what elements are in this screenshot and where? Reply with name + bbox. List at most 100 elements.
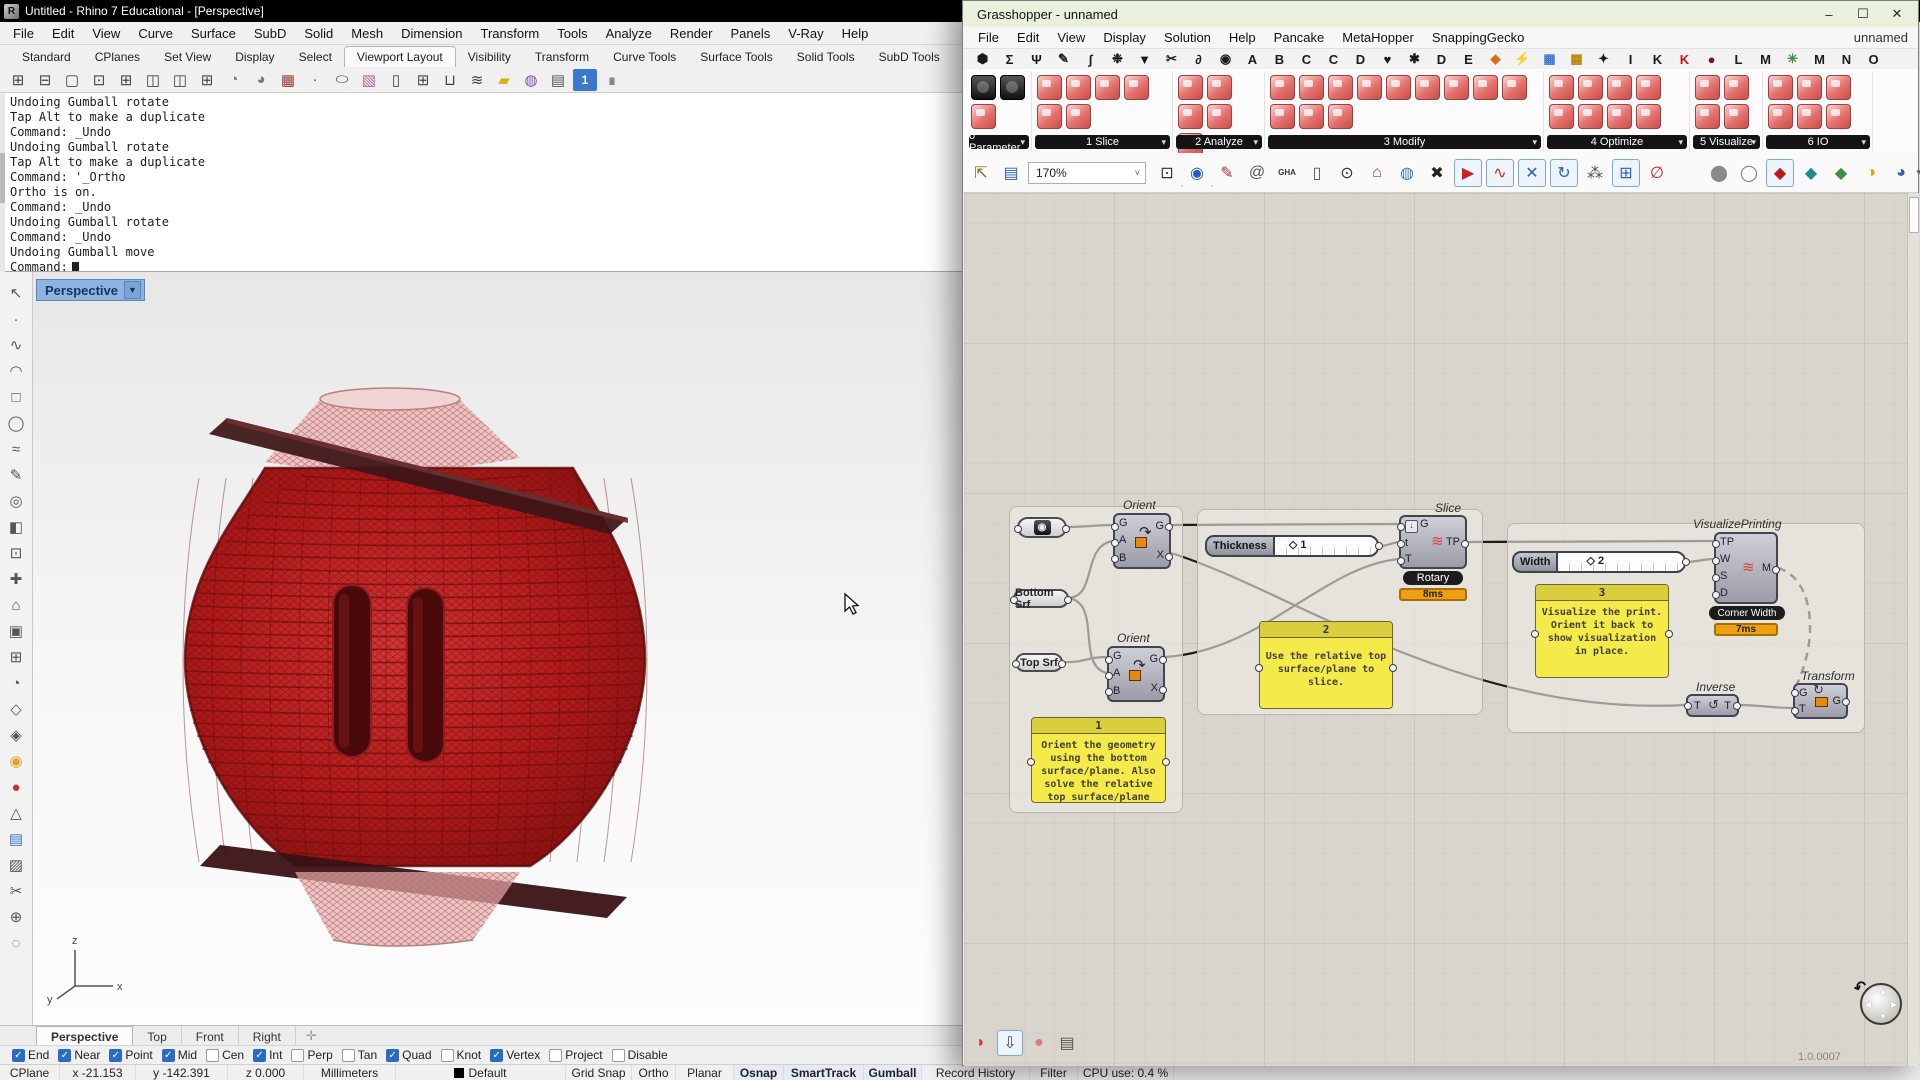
osnap-checkbox-cen[interactable] (206, 1049, 219, 1062)
notebook-icon[interactable]: ▤ (1055, 1031, 1079, 1055)
viewport-dropdown-icon[interactable]: ▼ (124, 281, 141, 299)
layer-pair-icon[interactable] (1826, 104, 1851, 129)
status-toggle-planar[interactable]: Planar (676, 1065, 734, 1080)
osnap-checkbox-vertex[interactable]: ✓ (490, 1049, 503, 1062)
viewport-target-icon[interactable]: ⊡ (87, 69, 111, 91)
inverse-input-t[interactable]: T (1694, 701, 1701, 712)
rhino-menu-surface[interactable]: Surface (182, 24, 245, 43)
bottom-srf-param[interactable]: Bottom Srf (1013, 589, 1069, 608)
osnap-int[interactable]: ✓Int (253, 1048, 282, 1062)
ribbon-group-dropdown-icon[interactable]: ▾ (1161, 137, 1166, 148)
rhino-tab-cplanes[interactable]: CPlanes (83, 47, 152, 67)
blob-curve-icon[interactable] (1578, 104, 1603, 129)
gh-menu-pancake[interactable]: Pancake (1265, 29, 1334, 46)
geometry-param[interactable]: ◉ (1017, 517, 1067, 538)
orient1-input-b[interactable]: B (1119, 553, 1128, 564)
spin-stack-icon[interactable] (1473, 75, 1498, 100)
tree-export-icon[interactable] (1797, 75, 1822, 100)
zoom-2-icon[interactable]: ◕ (249, 69, 273, 91)
zoom-dropdown-icon[interactable]: ˅ (1135, 168, 1140, 178)
grasshopper-titlebar[interactable]: Grasshopper - unnamed – ☐ ✕ (963, 1, 1918, 27)
move-icon[interactable]: ✚ (3, 566, 29, 592)
status-cplane[interactable]: CPlane (0, 1065, 60, 1080)
width-slider-value[interactable]: ◇ 2 (1586, 554, 1604, 567)
pane-icon[interactable]: ⊞ (411, 69, 435, 91)
rhino-tab-curve-tools[interactable]: Curve Tools (601, 47, 688, 67)
tab-m2-icon[interactable]: M (1806, 52, 1833, 67)
status-toggle-filter[interactable]: Filter (1030, 1065, 1078, 1080)
tab-i-icon[interactable]: I (1617, 52, 1644, 67)
tab-m1-icon[interactable]: M (1752, 52, 1779, 67)
disable-solver-icon[interactable]: ∅ (1644, 160, 1670, 186)
curve-tab-icon[interactable]: ∫ (1077, 52, 1104, 67)
surface-icon[interactable]: ◎ (3, 488, 29, 514)
tab-o-icon[interactable]: O (1860, 52, 1887, 67)
visualize-output-m[interactable]: M (1762, 563, 1771, 574)
paw-icon[interactable] (1502, 75, 1527, 100)
geometry-spool-icon[interactable] (971, 75, 996, 100)
rhino-menu-view[interactable]: View (83, 24, 129, 43)
gh-menu-solution[interactable]: Solution (1155, 29, 1220, 46)
osnap-quad[interactable]: ✓Quad (386, 1048, 431, 1062)
layers-view-icon[interactable] (1724, 104, 1749, 129)
orient1-input-a[interactable]: A (1119, 535, 1128, 546)
viewport-add-icon[interactable]: ✛ (296, 1026, 327, 1045)
grid-view-icon[interactable] (1695, 75, 1720, 100)
flatten-icon[interactable]: ↓ (1405, 520, 1418, 533)
gh-menu-file[interactable]: File (969, 29, 1008, 46)
porkchop-icon[interactable]: ● (1027, 1031, 1051, 1055)
status-y[interactable]: y -142.391 (136, 1065, 228, 1080)
h-frame-icon[interactable] (1607, 75, 1632, 100)
orient2-component[interactable]: G A B G X ↷ (1107, 646, 1165, 702)
curve-analyze-icon[interactable] (1178, 75, 1203, 100)
gh-minimize-button[interactable]: – (1812, 3, 1846, 25)
slice-rotary-tag[interactable]: Rotary (1403, 571, 1463, 585)
rhino-tab-surface-tools[interactable]: Surface Tools (688, 47, 785, 67)
inverse-output-t[interactable]: T (1724, 701, 1731, 712)
lock-icon[interactable]: ∎ (600, 69, 624, 91)
viewport-vsplit-icon[interactable]: ◫ (168, 69, 192, 91)
tab-n-icon[interactable]: N (1833, 52, 1860, 67)
surface-tab-icon[interactable]: ❉ (1104, 51, 1131, 67)
inverse-component[interactable]: T T ↺ (1686, 694, 1739, 717)
drop-icon[interactable] (1549, 75, 1574, 100)
status-toggle-gumball[interactable]: Gumball (864, 1065, 922, 1080)
gh-menu-metahopper[interactable]: MetaHopper (1333, 29, 1423, 46)
tab-d1-icon[interactable]: D (1347, 52, 1374, 67)
slice-input-T[interactable]: T (1405, 554, 1429, 565)
baseplate-icon[interactable]: ⇩ (997, 1030, 1023, 1056)
viewport-tab-front[interactable]: Front (182, 1026, 239, 1045)
document-icon[interactable]: ▯ (1304, 160, 1330, 186)
record-icon[interactable]: ● (3, 774, 29, 800)
analyze-icon[interactable]: ◔ (3, 670, 29, 696)
green-gem-icon[interactable]: ◆ (1828, 160, 1854, 186)
cluster-icon[interactable]: ⁂ (1582, 160, 1608, 186)
roof-slice-icon[interactable] (1037, 104, 1062, 129)
rhino-menu-solid[interactable]: Solid (295, 24, 342, 43)
ribbon-group-label[interactable]: 3 Modify▾ (1268, 135, 1541, 149)
status-z[interactable]: z 0.000 (228, 1065, 304, 1080)
gha-icon[interactable]: GHA (1274, 160, 1300, 186)
weave-tab-icon[interactable]: ▩ (1563, 51, 1590, 67)
one-box-icon[interactable]: 1 (573, 69, 597, 91)
bird-slice-icon[interactable] (1037, 75, 1062, 100)
slice-input-g[interactable]: G (1420, 518, 1429, 530)
visualize-corner-tag[interactable]: Corner Width (1709, 606, 1785, 620)
ribbon-group-dropdown-icon[interactable]: ▾ (1253, 137, 1258, 148)
diamond-layers-icon[interactable] (1178, 104, 1203, 129)
curve-red-icon[interactable] (1299, 104, 1324, 129)
rhino-tab-set-view[interactable]: Set View (152, 47, 223, 67)
array-icon[interactable]: ⊞ (3, 644, 29, 670)
rhino-tab-transform[interactable]: Transform (523, 47, 601, 67)
jump-wires-icon[interactable]: ✖ (1424, 160, 1450, 186)
tab-c2-icon[interactable]: C (1320, 52, 1347, 67)
osnap-knot[interactable]: Knot (441, 1048, 482, 1062)
command-prompt-line[interactable]: Command: (10, 260, 962, 272)
ribbon-group-label[interactable]: 4 Optimize▾ (1547, 135, 1687, 149)
visualize-input-d[interactable]: D (1720, 588, 1734, 599)
node-pair-icon[interactable] (1636, 104, 1661, 129)
rhino-menu-mesh[interactable]: Mesh (342, 24, 392, 43)
gh-menu-edit[interactable]: Edit (1008, 29, 1048, 46)
viewport-4-icon[interactable]: ⊞ (6, 69, 30, 91)
shaded-ball-icon[interactable]: ⬤ (1706, 160, 1732, 186)
